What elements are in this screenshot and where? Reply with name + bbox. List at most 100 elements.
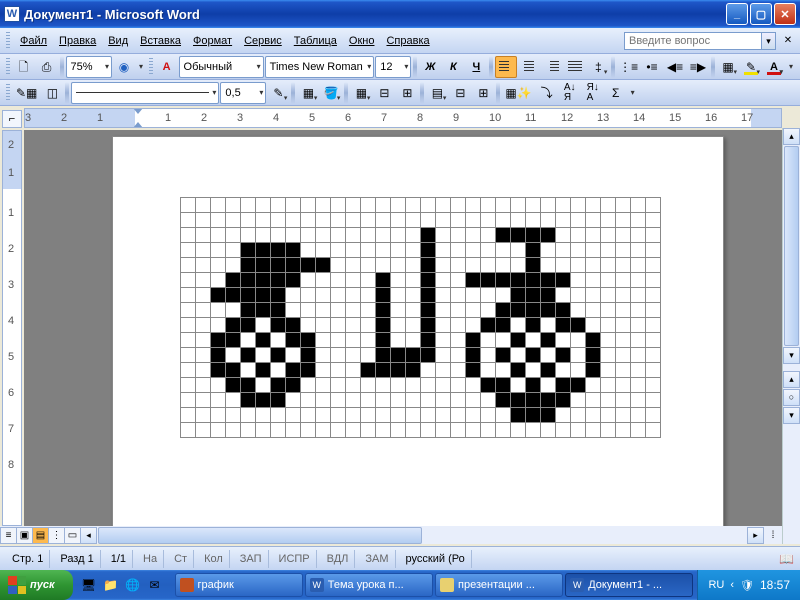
numbering-button[interactable]: ⋮≡ xyxy=(617,56,640,78)
fontsize-combo[interactable]: 12▾ xyxy=(375,56,411,78)
text-direction-button[interactable]: ⤵ xyxy=(536,82,558,104)
draw-table-button[interactable]: ✎▦ xyxy=(13,82,40,104)
menu-window[interactable]: Окно xyxy=(343,33,381,49)
highlight-button[interactable]: ✎▾ xyxy=(740,56,762,78)
browse-next-button[interactable]: ▾ xyxy=(783,407,800,424)
italic-button[interactable]: К xyxy=(442,56,464,78)
align-center-button[interactable] xyxy=(518,56,540,78)
scroll-up-button[interactable]: ▴ xyxy=(783,128,800,145)
autosum-button[interactable]: Σ xyxy=(605,82,627,104)
align-cell-button[interactable]: ▤▾ xyxy=(426,82,448,104)
horizontal-ruler[interactable]: 3211234567891011121314151617 xyxy=(24,108,782,128)
task-tema-uroka[interactable]: WТема урока п... xyxy=(305,573,433,597)
insert-table-button[interactable]: ▦▾ xyxy=(350,82,372,104)
toolbar-grip[interactable] xyxy=(6,58,10,76)
scroll-left-button[interactable]: ◂ xyxy=(80,527,97,544)
menu-format[interactable]: Формат xyxy=(187,33,238,49)
new-doc-button[interactable]: 🗋 xyxy=(13,56,35,78)
font-color-button[interactable]: A▾ xyxy=(763,56,785,78)
status-ext[interactable]: ВДЛ xyxy=(321,550,356,568)
tray-clock[interactable]: 18:57 xyxy=(760,578,790,592)
maximize-button[interactable]: ▢ xyxy=(750,3,772,25)
task-grafik[interactable]: график xyxy=(175,573,303,597)
style-combo[interactable]: Обычный▾ xyxy=(179,56,264,78)
vertical-scrollbar[interactable]: ▴ ▾ ▴ ○ ▾ xyxy=(782,128,800,544)
tray-lang[interactable]: RU xyxy=(708,579,724,591)
status-language[interactable]: русский (Ро xyxy=(400,550,472,568)
align-justify-button[interactable] xyxy=(564,56,586,78)
normal-view-button[interactable]: ≡ xyxy=(0,527,17,544)
status-rec[interactable]: ЗАП xyxy=(234,550,269,568)
menu-tools[interactable]: Сервис xyxy=(238,33,288,49)
task-presentations[interactable]: презентации ... xyxy=(435,573,563,597)
borders-button[interactable]: ▦▾ xyxy=(717,56,739,78)
bold-button[interactable]: Ж xyxy=(419,56,441,78)
web-view-button[interactable]: ▣ xyxy=(16,527,33,544)
style-aa-icon[interactable]: A xyxy=(156,56,178,78)
pen-color-button[interactable]: ✎▾ xyxy=(267,82,289,104)
line-weight-combo[interactable]: 0,5▾ xyxy=(220,82,266,104)
menu-view[interactable]: Вид xyxy=(102,33,134,49)
status-spellcheck-icon[interactable]: 📖 xyxy=(779,552,794,566)
minimize-button[interactable]: _ xyxy=(726,3,748,25)
scroll-thumb[interactable] xyxy=(784,146,799,346)
scroll-down-button[interactable]: ▾ xyxy=(783,347,800,364)
hscroll-resizer[interactable]: ⁞ xyxy=(764,530,782,541)
ql-app-1[interactable]: 📁 xyxy=(101,574,121,596)
toolbar-grip[interactable] xyxy=(149,58,153,76)
task-document1[interactable]: WДокумент1 - ... xyxy=(565,573,693,597)
tab-selector[interactable]: ⌐ xyxy=(2,110,22,128)
help-search-dropdown[interactable]: ▾ xyxy=(762,32,776,50)
tray-icon-1[interactable]: 🛡 xyxy=(740,579,754,592)
status-ovr[interactable]: ЗАМ xyxy=(359,550,395,568)
browse-object-button[interactable]: ○ xyxy=(783,389,800,406)
toolbar-grip[interactable] xyxy=(6,84,10,102)
toolbar-overflow[interactable] xyxy=(786,56,796,78)
doc-close-button[interactable]: ✕ xyxy=(782,35,794,47)
reading-view-button[interactable]: ▭ xyxy=(64,527,81,544)
line-spacing-button[interactable]: ‡▾ xyxy=(587,56,609,78)
tray-expand-icon[interactable]: ‹ xyxy=(730,579,734,591)
ql-app-2[interactable]: 🌐 xyxy=(123,574,143,596)
align-right-button[interactable] xyxy=(541,56,563,78)
status-trk[interactable]: ИСПР xyxy=(273,550,317,568)
print-view-button[interactable]: ▤ xyxy=(32,527,49,544)
toolbar-grip[interactable] xyxy=(6,32,10,50)
help-search-input[interactable] xyxy=(624,32,762,50)
menu-edit[interactable]: Правка xyxy=(53,33,102,49)
hscroll-thumb[interactable] xyxy=(98,527,422,544)
ql-app-3[interactable]: ✉ xyxy=(145,574,165,596)
bullets-button[interactable]: •≡ xyxy=(641,56,663,78)
border-outside-button[interactable]: ▦▾ xyxy=(297,82,319,104)
line-style-combo[interactable]: ▾ xyxy=(71,82,219,104)
autoformat-button[interactable]: ▦✨ xyxy=(502,82,534,104)
split-cells-button[interactable]: ⊞ xyxy=(396,82,418,104)
browse-prev-button[interactable]: ▴ xyxy=(783,371,800,388)
menu-help[interactable]: Справка xyxy=(380,33,435,49)
fill-color-button[interactable]: 🪣▾ xyxy=(320,82,342,104)
scroll-right-button[interactable]: ▸ xyxy=(747,527,764,544)
sort-asc-button[interactable]: А↓Я xyxy=(559,82,581,104)
underline-button[interactable]: Ч xyxy=(465,56,487,78)
toolbar-overflow[interactable] xyxy=(136,56,146,78)
menu-file[interactable]: Файл xyxy=(14,33,53,49)
menu-insert[interactable]: Вставка xyxy=(134,33,187,49)
merge-cells-button[interactable]: ⊟ xyxy=(373,82,395,104)
start-button[interactable]: пуск xyxy=(0,570,73,600)
toolbar-overflow[interactable] xyxy=(628,82,638,104)
eraser-button[interactable]: ◫ xyxy=(41,82,63,104)
outdent-button[interactable]: ◀≡ xyxy=(664,56,686,78)
sort-desc-button[interactable]: Я↓А xyxy=(582,82,604,104)
menu-table[interactable]: Таблица xyxy=(288,33,343,49)
hscroll-track[interactable] xyxy=(98,527,746,544)
distribute-cols-button[interactable]: ⊞ xyxy=(472,82,494,104)
ql-show-desktop[interactable]: 🖥 xyxy=(79,574,99,596)
document-page[interactable] xyxy=(112,136,724,526)
vertical-ruler[interactable]: 2112345678 xyxy=(2,130,22,526)
close-button[interactable]: ✕ xyxy=(774,3,796,25)
print-button[interactable]: ⎙ xyxy=(36,56,58,78)
distribute-rows-button[interactable]: ⊟ xyxy=(449,82,471,104)
help-button[interactable]: ◉ xyxy=(113,56,135,78)
zoom-combo[interactable]: 75%▾ xyxy=(66,56,113,78)
outline-view-button[interactable]: ⋮ xyxy=(48,527,65,544)
